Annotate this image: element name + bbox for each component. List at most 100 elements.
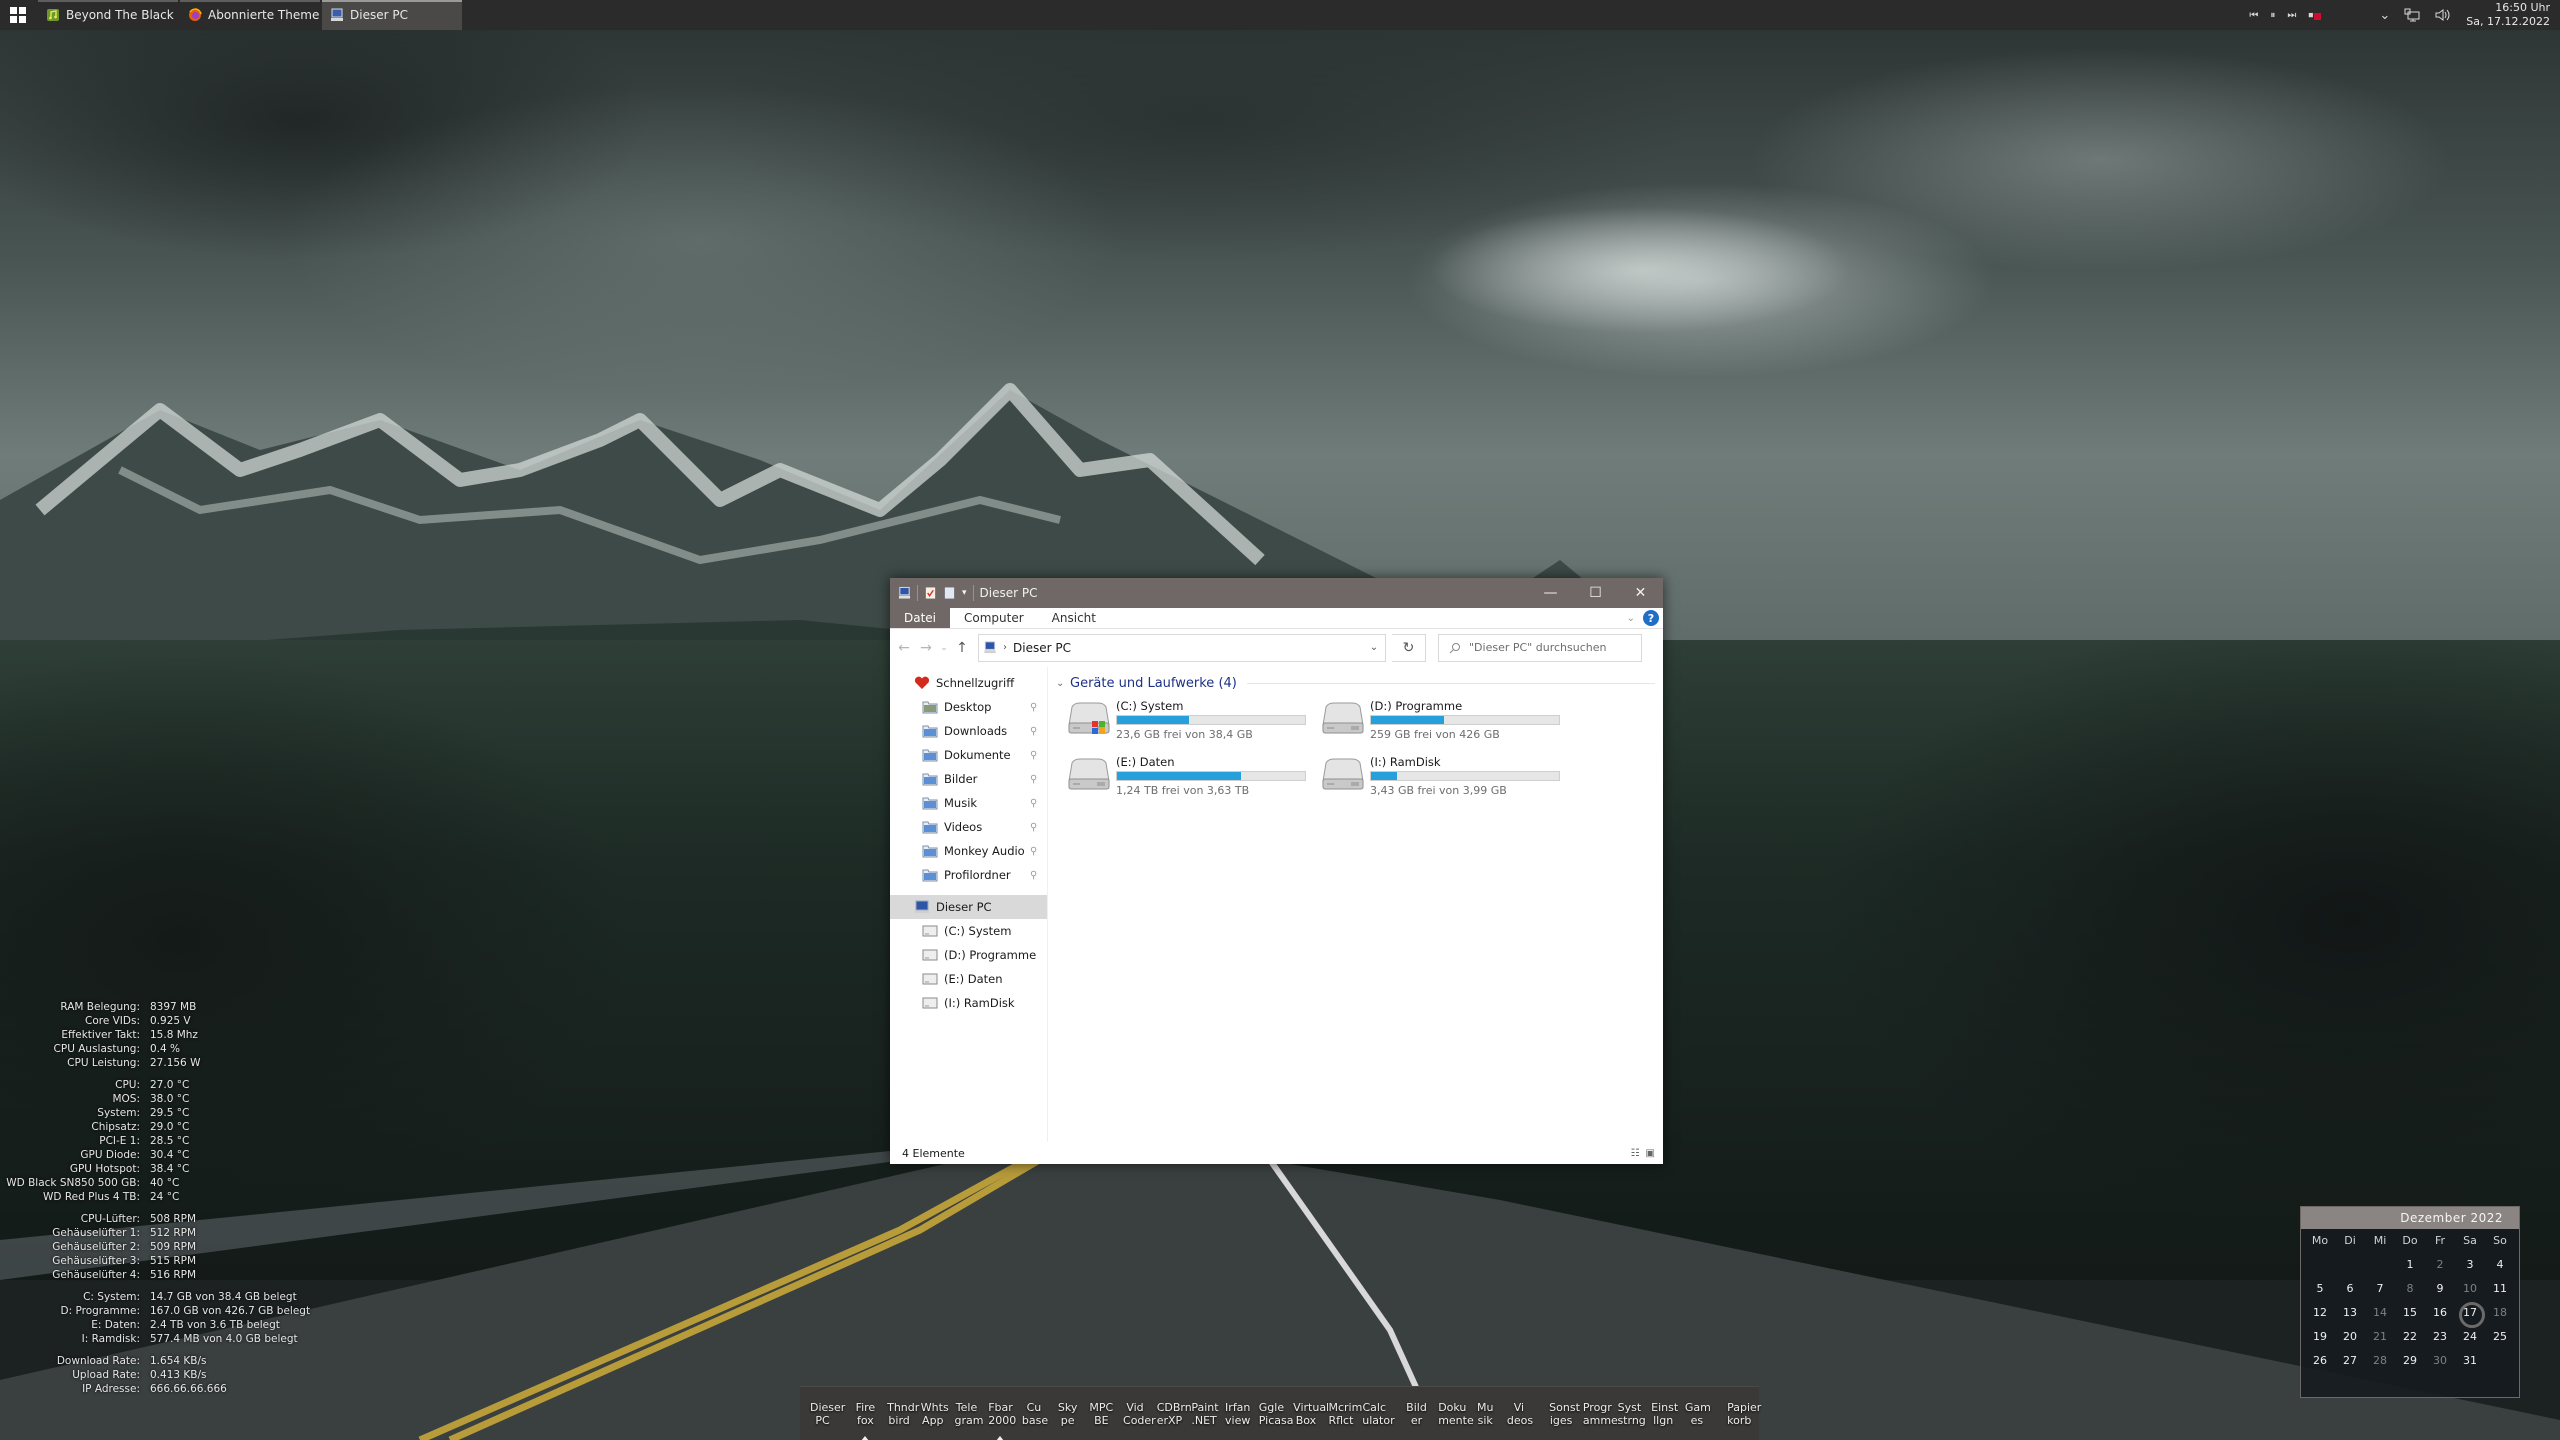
calendar-day[interactable]: 27	[2335, 1349, 2365, 1373]
dock-item-videos[interactable]: Vi deos	[1505, 1401, 1533, 1427]
calendar-day[interactable]: 15	[2395, 1301, 2425, 1325]
pin-icon[interactable]: ⚲	[1030, 750, 1037, 761]
up-button[interactable]: ↑	[954, 640, 970, 656]
dock-item-fbar2000[interactable]: Fbar 2000	[986, 1401, 1016, 1440]
calendar-day[interactable]: 12	[2305, 1301, 2335, 1325]
tab-datei[interactable]: Datei	[890, 608, 951, 628]
expand-ribbon-chevron-icon[interactable]: ⌄	[1627, 613, 1635, 624]
calendar-day[interactable]: 10	[2455, 1277, 2485, 1301]
calendar-day[interactable]: 25	[2485, 1325, 2515, 1349]
maximize-button[interactable]: ☐	[1573, 578, 1618, 608]
address-bar[interactable]: › Dieser PC ⌄	[978, 633, 1386, 662]
pin-icon[interactable]: ⚲	[1030, 798, 1037, 809]
dock-item-mpcbe[interactable]: MPC BE	[1087, 1401, 1115, 1427]
dock-item-firefox[interactable]: Fire fox	[851, 1401, 879, 1440]
dock-item-sonstiges[interactable]: Sonst iges	[1547, 1401, 1580, 1427]
drive-tile[interactable]: (D:) Programme 259 GB frei von 426 GB	[1320, 699, 1574, 747]
dock-item-thndrbird[interactable]: Thndr bird	[885, 1401, 919, 1427]
media-previous-button[interactable]: ⏮	[2249, 10, 2258, 21]
drive-tile[interactable]: (I:) RamDisk 3,43 GB frei von 3,99 GB	[1320, 755, 1574, 803]
nav-item-drive[interactable]: (I:) RamDisk	[890, 991, 1047, 1015]
dock-item-vidcoder[interactable]: Vid Coder	[1121, 1401, 1156, 1427]
calendar-day[interactable]: 24	[2455, 1325, 2485, 1349]
taskbar-item-music-player[interactable]: Beyond The Black - My ...	[38, 0, 178, 30]
calendar-day[interactable]: 23	[2425, 1325, 2455, 1349]
volume-icon[interactable]	[2434, 8, 2452, 22]
dock-item-skype[interactable]: Sky pe	[1054, 1401, 1082, 1427]
dock-item-einstllgn[interactable]: Einst llgn	[1649, 1401, 1678, 1427]
dock-item-mcrimrflct[interactable]: Mcrim Rflct	[1326, 1401, 1362, 1427]
drive-tile[interactable]: (C:) System 23,6 GB frei von 38,4 GB	[1066, 699, 1320, 747]
calendar-day[interactable]: 1	[2395, 1253, 2425, 1277]
large-icons-view-icon[interactable]: ▣	[1646, 1148, 1655, 1159]
group-header-devices[interactable]: ⌄ Geräte und Laufwerke (4)	[1056, 673, 1663, 693]
calendar-day[interactable]: 22	[2395, 1325, 2425, 1349]
dock-item-telegram[interactable]: Tele gram	[953, 1401, 984, 1427]
calendar-day[interactable]: 4	[2485, 1253, 2515, 1277]
clock[interactable]: 16:50 Uhr Sa, 17.12.2022	[2466, 1, 2550, 29]
nav-item-dokumente[interactable]: Dokumente ⚲	[890, 743, 1047, 767]
tab-ansicht[interactable]: Ansicht	[1038, 608, 1110, 628]
media-pause-button[interactable]: ⏸	[2270, 10, 2275, 21]
dock-item-dokumente[interactable]: Doku mente	[1436, 1401, 1474, 1427]
calendar-day[interactable]: 9	[2425, 1277, 2455, 1301]
calendar-today[interactable]: 17	[2455, 1301, 2485, 1328]
calendar-day[interactable]: 5	[2305, 1277, 2335, 1301]
details-view-icon[interactable]: ☷	[1631, 1148, 1640, 1159]
calendar-day[interactable]: 8	[2395, 1277, 2425, 1301]
media-stop-button[interactable]: ⏹	[2308, 10, 2322, 21]
back-button[interactable]: ←	[896, 640, 912, 656]
nav-item-drive[interactable]: (D:) Programme	[890, 943, 1047, 967]
pin-icon[interactable]: ⚲	[1030, 822, 1037, 833]
taskbar-item-dieser-pc[interactable]: Dieser PC	[322, 0, 462, 30]
calendar-day[interactable]: 19	[2305, 1325, 2335, 1349]
chevron-up-icon[interactable]: ⌄	[2379, 8, 2390, 23]
title-bar[interactable]: ▾ Dieser PC — ☐ ✕	[890, 578, 1663, 608]
close-button[interactable]: ✕	[1618, 578, 1663, 608]
dock-item-programme[interactable]: Progr amme	[1581, 1401, 1618, 1427]
pin-icon[interactable]: ⚲	[1030, 702, 1037, 713]
nav-item-drive[interactable]: (C:) System	[890, 919, 1047, 943]
search-input[interactable]: "Dieser PC" durchsuchen	[1438, 633, 1642, 662]
dock-item-calculator[interactable]: Calc ulator	[1360, 1401, 1394, 1427]
dock-item-bilder[interactable]: Bild er	[1403, 1401, 1431, 1427]
pin-icon[interactable]: ⚲	[1030, 774, 1037, 785]
refresh-button[interactable]: ↻	[1392, 633, 1426, 662]
tab-computer[interactable]: Computer	[950, 608, 1038, 628]
taskbar-item-firefox[interactable]: Abonnierte Themen | H...	[180, 0, 320, 30]
properties-icon[interactable]	[924, 586, 937, 600]
network-icon[interactable]	[2404, 8, 2420, 22]
dock-item-papierkorb[interactable]: Papier korb	[1725, 1401, 1761, 1427]
dock-item-games[interactable]: Gam es	[1683, 1401, 1711, 1427]
calendar-day[interactable]: 29	[2395, 1349, 2425, 1373]
breadcrumb-dieser-pc[interactable]: Dieser PC	[1013, 641, 1071, 655]
help-button[interactable]: ?	[1643, 610, 1659, 626]
customize-toolbar-dropdown[interactable]: ▾	[962, 588, 967, 598]
pin-icon[interactable]: ⚲	[1030, 726, 1037, 737]
media-next-button[interactable]: ⏭	[2287, 10, 2296, 21]
dock-item-cubase[interactable]: Cu base	[1020, 1401, 1048, 1427]
pin-icon[interactable]: ⚲	[1030, 846, 1037, 857]
recent-locations-dropdown[interactable]: ⌄	[940, 643, 948, 653]
nav-dieser-pc[interactable]: Dieser PC	[890, 895, 1047, 919]
drive-tile[interactable]: (E:) Daten 1,24 TB frei von 3,63 TB	[1066, 755, 1320, 803]
nav-quick-access[interactable]: Schnellzugriff	[890, 671, 1047, 695]
calendar-day[interactable]: 20	[2335, 1325, 2365, 1349]
calendar-day[interactable]: 6	[2335, 1277, 2365, 1301]
calendar-day[interactable]: 31	[2455, 1349, 2485, 1373]
calendar-day[interactable]: 26	[2305, 1349, 2335, 1373]
new-folder-icon[interactable]	[943, 586, 956, 600]
dock-item-musik[interactable]: Mu sik	[1471, 1401, 1499, 1427]
nav-item-profilordner[interactable]: Profilordner ⚲	[890, 863, 1047, 887]
calendar-day[interactable]: 18	[2485, 1301, 2515, 1325]
dock-item-syststrng[interactable]: Syst strng	[1615, 1401, 1645, 1427]
dock-item-gglepicasa[interactable]: Ggle Picasa	[1257, 1401, 1294, 1427]
dock-item-virtualbox[interactable]: Virtual Box	[1291, 1401, 1329, 1427]
calendar-day[interactable]: 28	[2365, 1349, 2395, 1373]
start-button[interactable]	[0, 0, 36, 30]
pin-icon[interactable]: ⚲	[1030, 870, 1037, 881]
calendar-day[interactable]: 7	[2365, 1277, 2395, 1301]
calendar-day[interactable]: 16	[2425, 1301, 2455, 1325]
dock-item-whtsapp[interactable]: Whts App	[919, 1401, 949, 1427]
collapse-chevron-icon[interactable]: ⌄	[1056, 678, 1070, 689]
